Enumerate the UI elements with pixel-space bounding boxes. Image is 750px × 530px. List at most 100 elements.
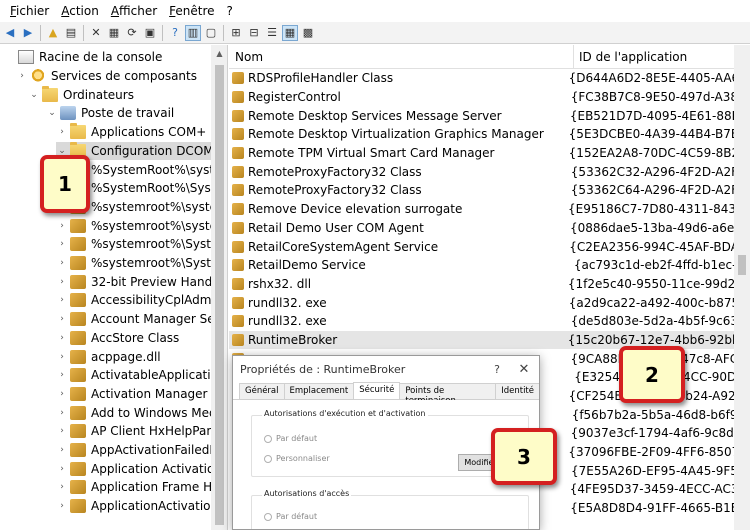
back-arrow-icon[interactable]: ◀: [2, 25, 18, 41]
table-row[interactable]: Remote Desktop Virtualization Graphics M…: [229, 125, 734, 144]
help-button[interactable]: ?: [485, 363, 509, 376]
tree-item[interactable]: › Application Activation M: [56, 459, 227, 478]
table-row[interactable]: Remove Device elevation surrogate {E95186…: [229, 200, 734, 219]
chevron-right-icon[interactable]: ›: [56, 239, 68, 249]
console-root-icon: [18, 50, 34, 65]
chevron-right-icon[interactable]: ›: [56, 408, 68, 418]
chevron-right-icon[interactable]: ›: [56, 221, 68, 231]
export-icon[interactable]: ▣: [142, 25, 158, 41]
tree-item[interactable]: › Activation Manager Shi: [56, 385, 228, 404]
chevron-right-icon[interactable]: ›: [56, 445, 68, 455]
column-header-name[interactable]: Nom: [229, 45, 574, 69]
table-row[interactable]: rundll32. exe {de5d803e-5d2a-4b5f-9c63: [229, 312, 734, 331]
chevron-right-icon[interactable]: ›: [56, 258, 68, 268]
tree-item[interactable]: › AccStore Class: [56, 329, 179, 348]
radio-default-launch[interactable]: Par défaut: [264, 434, 317, 443]
status-view-icon[interactable]: ▩: [300, 25, 316, 41]
table-row[interactable]: rshx32. dll {1f2e5c40-9550-11ce-99d2-: [229, 275, 734, 294]
menu-afficher[interactable]: Afficher: [105, 4, 163, 18]
tree-item[interactable]: › %systemroot%\System3: [56, 235, 227, 254]
table-row[interactable]: rundll32. exe {a2d9ca22-a492-400c-b875: [229, 293, 734, 312]
row-name: Remote Desktop Services Message Server: [248, 108, 502, 123]
table-row[interactable]: RemoteProxyFactory32 Class {53362C32-A296…: [229, 162, 734, 181]
tab-points-de-terminaison[interactable]: Points de terminaison: [399, 383, 497, 406]
component-icon: [70, 349, 86, 364]
menu-fichier[interactable]: Fichier: [4, 4, 55, 18]
help-icon[interactable]: ?: [167, 25, 183, 41]
tree-item[interactable]: › Add to Windows Media: [56, 403, 227, 422]
chevron-right-icon[interactable]: ›: [56, 277, 68, 287]
tab-general[interactable]: Général: [239, 383, 285, 399]
tree-item[interactable]: Racine de la console: [4, 48, 162, 67]
forward-arrow-icon[interactable]: ▶: [20, 25, 36, 41]
chevron-right-icon[interactable]: ›: [56, 127, 68, 137]
tree-item[interactable]: ⌄ Poste de travail: [46, 104, 174, 123]
tree-item[interactable]: › 32-bit Preview Handler: [56, 272, 227, 291]
table-row[interactable]: RDSProfileHandler Class {D644A6D2-8E5E-44…: [229, 69, 734, 88]
column-header-appid[interactable]: ID de l'application: [574, 45, 687, 69]
close-button[interactable]: ✕: [509, 362, 539, 377]
tree-item[interactable]: ⌄ Ordinateurs: [28, 85, 134, 104]
scroll-up-icon[interactable]: ▲: [211, 45, 227, 62]
menu-help[interactable]: ?: [221, 4, 239, 18]
chevron-right-icon[interactable]: ›: [56, 333, 68, 343]
chevron-right-icon[interactable]: ›: [56, 389, 68, 399]
tree-item[interactable]: › AccessibilityCplAdmin: [56, 291, 222, 310]
properties-icon[interactable]: ▦: [106, 25, 122, 41]
tree-item[interactable]: › acppage.dll: [56, 347, 161, 366]
list-scrollbar[interactable]: [734, 45, 750, 530]
show-hide-tree-icon[interactable]: ▤: [63, 25, 79, 41]
chevron-right-icon[interactable]: ›: [56, 464, 68, 474]
radio-custom-launch[interactable]: Personnaliser: [264, 454, 330, 463]
tab-emplacement[interactable]: Emplacement: [283, 383, 355, 399]
tree-item[interactable]: › %systemroot%\system3: [56, 216, 227, 235]
table-row[interactable]: RegisterControl {FC38B7C8-9E50-497d-A38: [229, 88, 734, 107]
details-view-icon[interactable]: ▦: [282, 24, 298, 41]
list-scroll-thumb[interactable]: [738, 255, 746, 275]
delete-icon[interactable]: ✕: [88, 25, 104, 41]
tree-item[interactable]: › Application Frame Host: [56, 478, 227, 497]
table-row[interactable]: Remote TPM Virtual Smart Card Manager {15…: [229, 144, 734, 163]
tree-item[interactable]: › Services de composants: [16, 67, 197, 86]
tree-item[interactable]: › AP Client HxHelpPaneS: [56, 422, 227, 441]
tree-item-label: Ordinateurs: [63, 87, 134, 102]
tree-item[interactable]: › AppActivationFailedHar: [56, 441, 227, 460]
chevron-down-icon[interactable]: ⌄: [46, 108, 58, 118]
menu-action[interactable]: Action: [55, 4, 105, 18]
up-folder-icon[interactable]: ▲: [45, 25, 61, 41]
menu-fenetre[interactable]: Fenêtre: [163, 4, 220, 18]
tree-item[interactable]: › ActivatableApplicationR: [56, 366, 227, 385]
table-row[interactable]: RetailCoreSystemAgent Service {C2EA2356-9…: [229, 237, 734, 256]
tab-securite[interactable]: Sécurité: [353, 382, 401, 399]
computer-view-icon[interactable]: ▢: [203, 25, 219, 41]
tab-identite[interactable]: Identité: [495, 383, 539, 399]
small-icons-icon[interactable]: ⊟: [246, 25, 262, 41]
chevron-right-icon[interactable]: ›: [56, 370, 68, 380]
large-icons-icon[interactable]: ⊞: [228, 25, 244, 41]
chevron-right-icon[interactable]: ›: [56, 295, 68, 305]
tree-item-label: Activation Manager Shi: [91, 386, 228, 401]
tree-item[interactable]: › %systemroot%\System3: [56, 254, 227, 273]
cell-appid: {1f2e5c40-9550-11ce-99d2-: [567, 276, 734, 291]
chevron-right-icon[interactable]: ›: [56, 352, 68, 362]
chevron-right-icon[interactable]: ›: [56, 482, 68, 492]
chevron-right-icon[interactable]: ›: [56, 426, 68, 436]
list-view-icon[interactable]: ☰: [264, 25, 280, 41]
table-row[interactable]: RemoteProxyFactory32 Class {53362C64-A296…: [229, 181, 734, 200]
table-row[interactable]: Retail Demo User COM Agent {0886dae5-13ba…: [229, 219, 734, 238]
chevron-down-icon[interactable]: ⌄: [28, 90, 40, 100]
console-view-icon[interactable]: ▥: [185, 24, 201, 41]
radio-default-access[interactable]: Par défaut: [264, 512, 317, 521]
tree-item[interactable]: › Account Manager Servi: [56, 310, 227, 329]
tree-item[interactable]: › Applications COM+: [56, 123, 206, 142]
row-name: rundll32. exe: [248, 295, 327, 310]
table-row[interactable]: Remote Desktop Services Message Server {E…: [229, 106, 734, 125]
tree-scroll-thumb[interactable]: [215, 65, 224, 525]
table-row[interactable]: RetailDemo Service {ac793c1d-eb2f-4ffd-b1…: [229, 256, 734, 275]
tree-scrollbar[interactable]: ▲: [211, 45, 227, 530]
chevron-right-icon[interactable]: ›: [56, 314, 68, 324]
chevron-right-icon[interactable]: ›: [56, 501, 68, 511]
refresh-icon[interactable]: ⟳: [124, 25, 140, 41]
tree-item[interactable]: › ApplicationActivationIr: [56, 497, 227, 516]
chevron-right-icon[interactable]: ›: [16, 71, 28, 81]
